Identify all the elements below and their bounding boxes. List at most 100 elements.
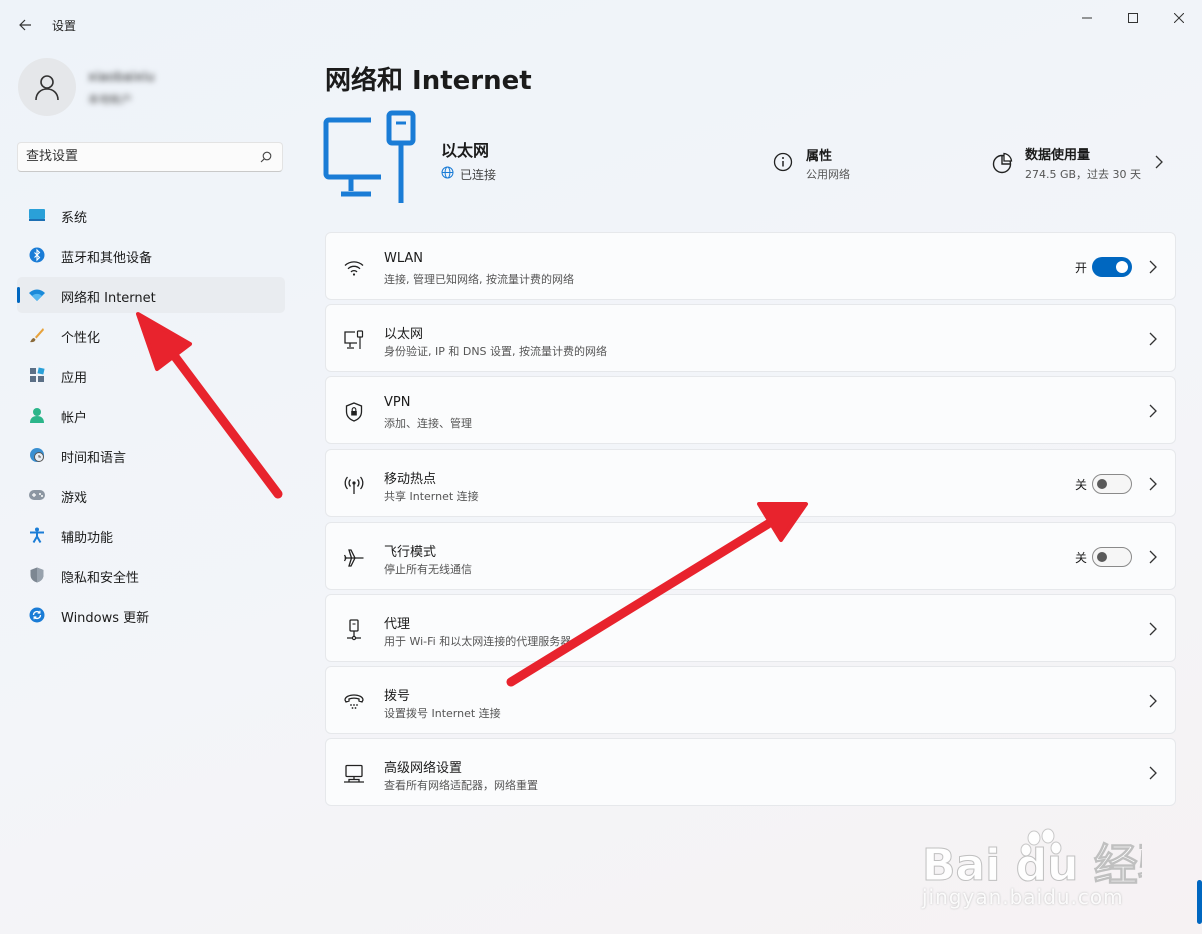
chevron-right-icon <box>1149 766 1157 780</box>
proxy-card[interactable]: 代理 用于 Wi-Fi 和以太网连接的代理服务器 <box>325 594 1176 662</box>
toggle-state-label: 关 <box>1074 478 1087 492</box>
info-icon[interactable] <box>773 152 793 172</box>
data-usage-icon[interactable] <box>991 152 1013 174</box>
page-title: 网络和 Internet <box>325 66 532 96</box>
toggle-state-label: 开 <box>1074 261 1087 275</box>
system-icon <box>28 206 46 224</box>
minimize-icon <box>1082 17 1092 19</box>
wifi-icon <box>343 257 365 279</box>
sidebar-item-label: 辅助功能 <box>61 531 114 546</box>
sidebar-item-network[interactable]: 网络和 Internet <box>17 277 285 313</box>
apps-icon <box>28 366 46 384</box>
ethernet-pc-icon <box>323 110 416 203</box>
app-title: 设置 <box>52 19 77 33</box>
scrollbar-thumb[interactable] <box>1197 880 1202 924</box>
ethernet-card[interactable]: 以太网 身份验证, IP 和 DNS 设置, 按流量计费的网络 <box>325 304 1176 372</box>
airplane-mode-card[interactable]: 飞行模式 停止所有无线通信 关 <box>325 522 1176 590</box>
wlan-card[interactable]: WLAN 连接, 管理已知网络, 按流量计费的网络 开 <box>325 232 1176 300</box>
close-icon <box>1174 13 1184 23</box>
sidebar-item-accessibility[interactable]: 辅助功能 <box>17 517 285 553</box>
wlan-toggle[interactable] <box>1092 257 1132 277</box>
card-title: 飞行模式 <box>384 545 437 560</box>
airplane-icon <box>343 547 365 569</box>
dialup-icon <box>343 691 365 713</box>
mobile-hotspot-card[interactable]: 移动热点 共享 Internet 连接 关 <box>325 449 1176 517</box>
maximize-icon <box>1128 13 1138 23</box>
chevron-right-icon <box>1149 332 1157 346</box>
proxy-icon <box>343 619 365 641</box>
minimize-button[interactable] <box>1064 4 1110 32</box>
brush-icon <box>28 326 46 344</box>
card-title: 高级网络设置 <box>384 761 463 776</box>
properties-link[interactable]: 属性 <box>806 145 832 164</box>
chevron-right-icon <box>1149 622 1157 636</box>
toggle-knob <box>1116 261 1128 273</box>
sidebar-item-privacy[interactable]: 隐私和安全性 <box>17 557 285 593</box>
sidebar-item-label: 系统 <box>61 211 88 226</box>
dial-up-card[interactable]: 拨号 设置拨号 Internet 连接 <box>325 666 1176 734</box>
baidu-jingyan-watermark-logo: Bai du 经验 <box>922 828 1142 884</box>
accessibility-icon <box>28 526 46 544</box>
card-title: 代理 <box>384 617 411 632</box>
close-button[interactable] <box>1156 4 1202 32</box>
sidebar-item-label: 游戏 <box>61 491 88 506</box>
data-usage-summary: 274.5 GB，过去 30 天 <box>1025 168 1142 181</box>
sidebar-item-system[interactable]: 系统 <box>17 197 285 233</box>
card-title: WLAN <box>384 251 424 266</box>
globe-clock-icon <box>28 446 46 464</box>
advanced-network-icon <box>343 763 365 785</box>
sidebar-item-label: 应用 <box>61 371 88 386</box>
ethernet-icon <box>343 329 365 351</box>
back-button[interactable] <box>12 12 38 38</box>
bluetooth-icon <box>28 246 46 264</box>
sidebar-item-windows-update[interactable]: Windows 更新 <box>17 597 285 633</box>
chevron-right-icon <box>1149 477 1157 491</box>
card-subtitle: 用于 Wi-Fi 和以太网连接的代理服务器 <box>384 635 572 648</box>
title-bar: 设置 <box>0 0 1202 48</box>
sidebar-item-accounts[interactable]: 帐户 <box>17 397 285 433</box>
chevron-right-icon <box>1149 550 1157 564</box>
sidebar-item-gaming[interactable]: 游戏 <box>17 477 285 513</box>
card-subtitle: 身份验证, IP 和 DNS 设置, 按流量计费的网络 <box>384 345 608 358</box>
sidebar-item-bluetooth[interactable]: 蓝牙和其他设备 <box>17 237 285 273</box>
toggle-knob <box>1097 552 1107 562</box>
sidebar-item-label: 蓝牙和其他设备 <box>61 251 153 266</box>
data-usage-link[interactable]: 数据使用量 <box>1025 144 1090 163</box>
card-title: 拨号 <box>384 689 411 704</box>
airplane-mode-toggle[interactable] <box>1092 547 1132 567</box>
mobile-hotspot-toggle[interactable] <box>1092 474 1132 494</box>
back-arrow-icon <box>19 19 31 31</box>
search-input[interactable] <box>26 149 246 164</box>
globe-icon <box>441 166 454 179</box>
sidebar-item-personalization[interactable]: 个性化 <box>17 317 285 353</box>
card-title: VPN <box>384 395 411 410</box>
sidebar-item-apps[interactable]: 应用 <box>17 357 285 393</box>
hero-connection-status: 已连接 <box>460 168 497 182</box>
hotspot-icon <box>343 474 365 496</box>
hero-connection-name: 以太网 <box>441 141 490 160</box>
card-subtitle: 设置拨号 Internet 连接 <box>384 707 501 720</box>
shield-icon <box>28 566 46 584</box>
card-subtitle: 查看所有网络适配器，网络重置 <box>384 779 538 792</box>
watermark-logo-text: Bai du 经验 <box>922 840 1142 884</box>
active-indicator <box>17 287 20 303</box>
chevron-right-icon <box>1149 260 1157 274</box>
card-subtitle: 共享 Internet 连接 <box>384 490 479 503</box>
properties-network-type: 公用网络 <box>806 168 850 181</box>
profile-account-type: 本地帐户 <box>88 93 132 106</box>
card-title: 移动热点 <box>384 472 437 487</box>
advanced-network-card[interactable]: 高级网络设置 查看所有网络适配器，网络重置 <box>325 738 1176 806</box>
user-icon <box>35 75 59 101</box>
sidebar-item-label: 网络和 Internet <box>61 291 156 306</box>
card-subtitle: 连接, 管理已知网络, 按流量计费的网络 <box>384 273 574 286</box>
vpn-card[interactable]: VPN 添加、连接、管理 <box>325 376 1176 444</box>
search-icon[interactable] <box>260 151 272 163</box>
sidebar-item-label: Windows 更新 <box>61 611 150 626</box>
toggle-knob <box>1097 479 1107 489</box>
sidebar-item-time-language[interactable]: 时间和语言 <box>17 437 285 473</box>
avatar <box>18 58 76 116</box>
chevron-right-icon[interactable] <box>1155 155 1163 169</box>
update-icon <box>28 606 46 624</box>
maximize-button[interactable] <box>1110 4 1156 32</box>
sidebar-item-label: 帐户 <box>61 411 88 426</box>
